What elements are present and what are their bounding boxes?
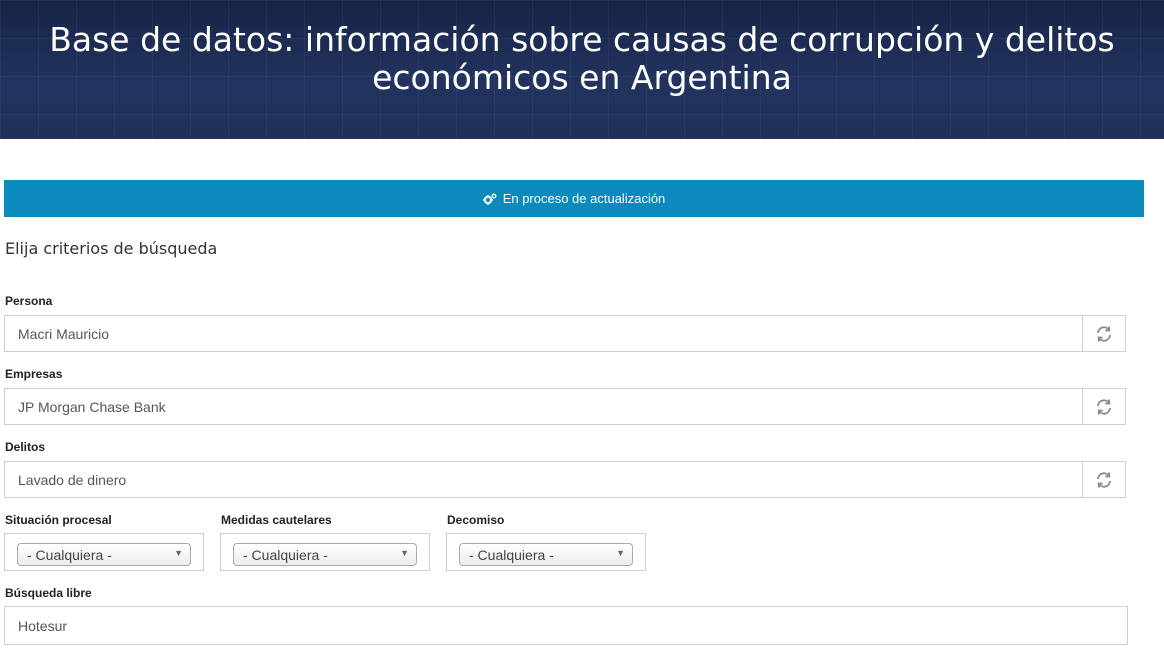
persona-field[interactable]: Macri Mauricio [4, 315, 1126, 352]
busqueda-libre-value[interactable]: Hotesur [18, 618, 67, 634]
decomiso-label: Decomiso [447, 513, 505, 527]
gears-icon [482, 193, 497, 205]
page-title-line1: Base de datos: información sobre causas … [49, 20, 1115, 59]
medidas-cautelares-select[interactable]: - Cualquiera - ▼ [233, 543, 417, 566]
dropdown-arrow-icon: ▼ [174, 548, 183, 558]
delitos-reset-button[interactable] [1082, 462, 1125, 497]
busqueda-libre-label: Búsqueda libre [5, 586, 92, 600]
medidas-cautelares-label: Medidas cautelares [221, 513, 332, 527]
refresh-icon [1097, 398, 1111, 415]
update-notice-text: En proceso de actualización [502, 191, 666, 206]
empresas-reset-button[interactable] [1082, 389, 1125, 424]
situacion-procesal-label: Situación procesal [5, 513, 112, 527]
dropdown-arrow-icon: ▼ [616, 548, 625, 558]
update-notice-bar: En proceso de actualización [4, 180, 1144, 217]
decomiso-selected: - Cualquiera - [469, 547, 554, 563]
delitos-field[interactable]: Lavado de dinero [4, 461, 1126, 498]
busqueda-libre-input[interactable]: Hotesur [4, 606, 1128, 645]
situacion-procesal-box: - Cualquiera - ▼ [4, 533, 204, 571]
decomiso-select[interactable]: - Cualquiera - ▼ [459, 543, 633, 566]
page-title: Base de datos: información sobre causas … [0, 21, 1164, 97]
medidas-cautelares-box: - Cualquiera - ▼ [220, 533, 430, 571]
medidas-cautelares-selected: - Cualquiera - [243, 547, 328, 563]
page-title-line2: económicos en Argentina [372, 58, 792, 97]
decomiso-box: - Cualquiera - ▼ [446, 533, 646, 571]
empresas-value[interactable]: JP Morgan Chase Bank [18, 399, 166, 415]
persona-reset-button[interactable] [1082, 316, 1125, 351]
persona-value[interactable]: Macri Mauricio [18, 326, 109, 342]
delitos-label: Delitos [5, 440, 46, 454]
header-banner: Base de datos: información sobre causas … [0, 0, 1164, 139]
refresh-icon [1097, 325, 1111, 342]
situacion-procesal-select[interactable]: - Cualquiera - ▼ [17, 543, 191, 566]
dropdown-arrow-icon: ▼ [400, 548, 409, 558]
delitos-value[interactable]: Lavado de dinero [18, 472, 126, 488]
persona-label: Persona [5, 294, 53, 308]
empresas-label: Empresas [5, 367, 63, 381]
refresh-icon [1097, 471, 1111, 488]
situacion-procesal-selected: - Cualquiera - [27, 547, 112, 563]
search-criteria-heading: Elija criterios de búsqueda [5, 239, 218, 258]
empresas-field[interactable]: JP Morgan Chase Bank [4, 388, 1126, 425]
